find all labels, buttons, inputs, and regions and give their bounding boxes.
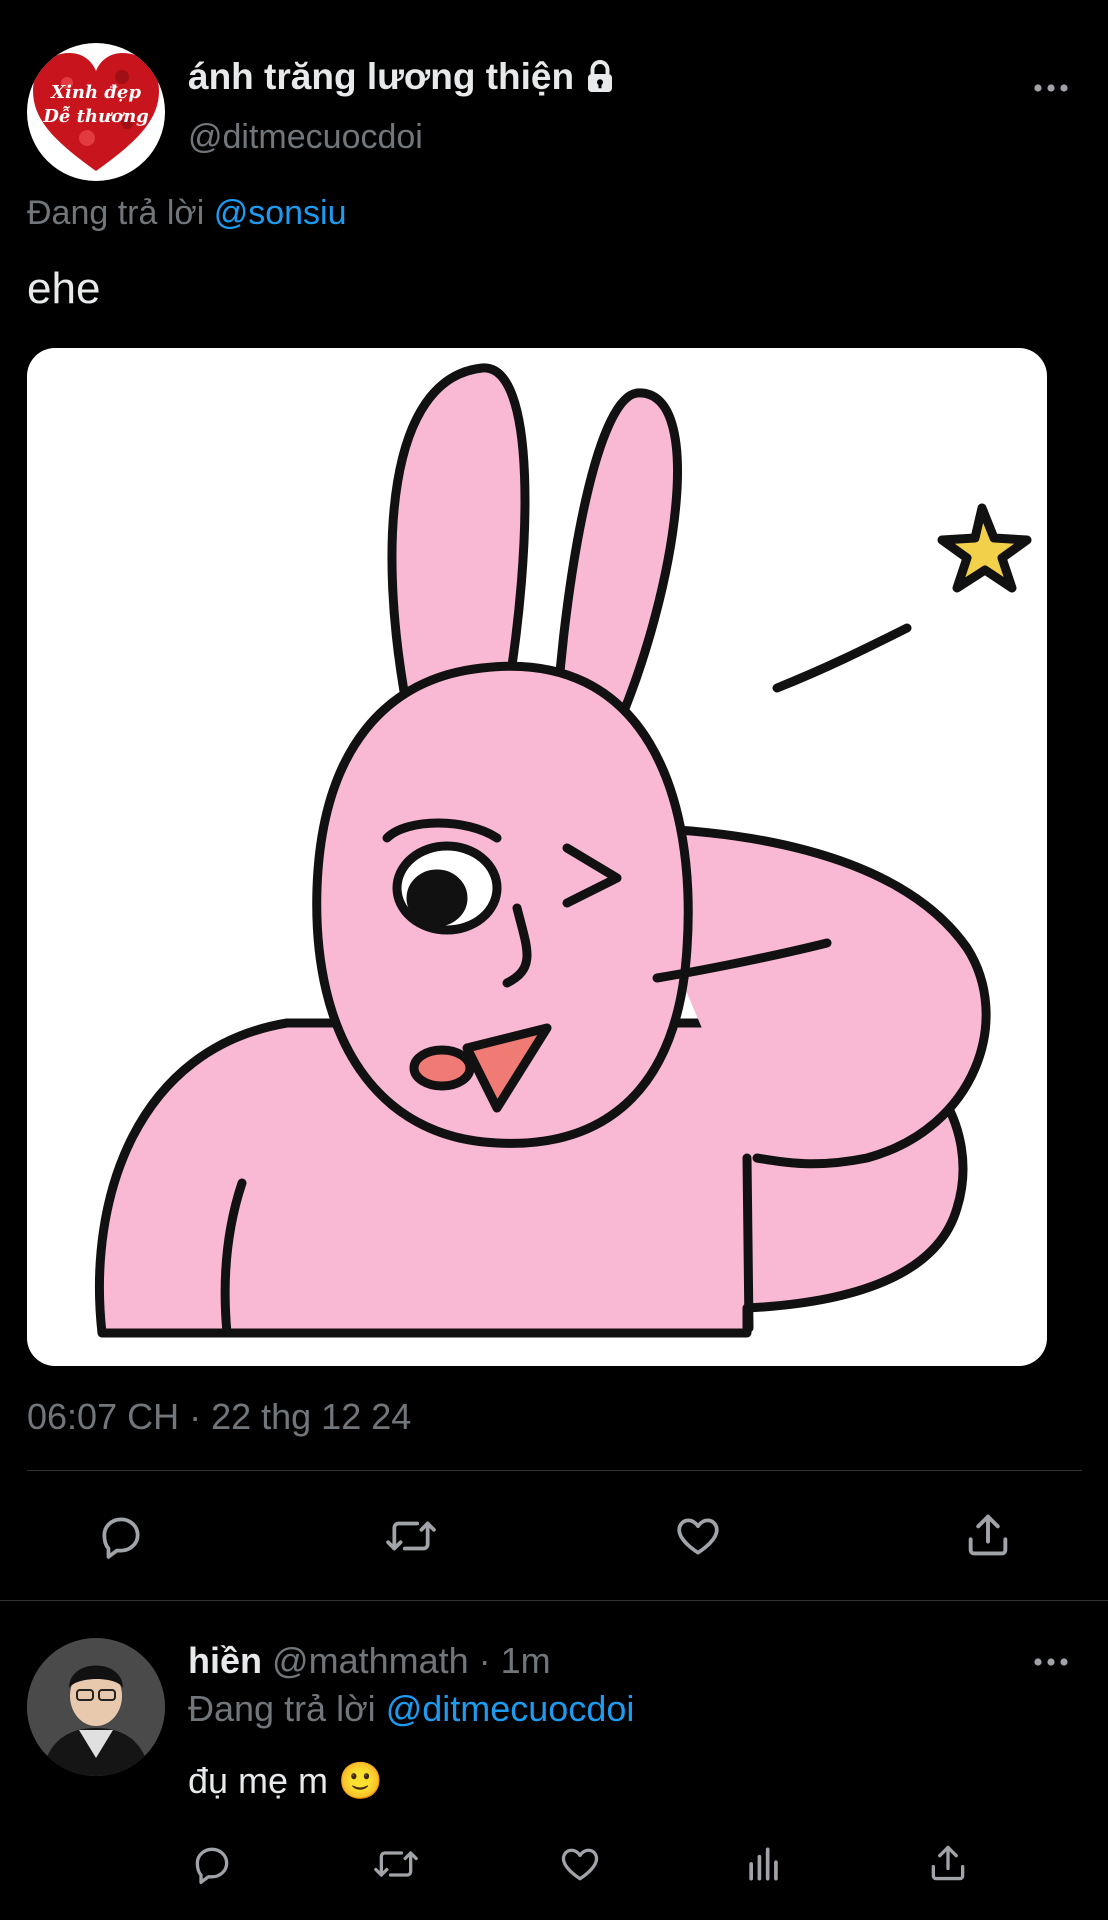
- reply-more-options-button[interactable]: [1028, 1644, 1074, 1680]
- tweet-divider: [0, 1600, 1108, 1601]
- tweet-media-image[interactable]: [27, 348, 1047, 1366]
- author-avatar[interactable]: Xinh đẹp Dễ thương: [27, 43, 165, 181]
- reply-share-button[interactable]: [922, 1836, 974, 1890]
- avatar-caption: Xinh đẹp Dễ thương: [27, 81, 165, 129]
- author-name-row: ánh trăng lương thiện: [188, 56, 618, 98]
- bar-chart-icon: [749, 1847, 778, 1881]
- reply-retweet-button[interactable]: [368, 1838, 424, 1890]
- replying-to: Đang trả lời @sonsiu: [27, 194, 347, 233]
- reply-button[interactable]: [90, 1508, 152, 1564]
- reply-header: hiền @mathmath · 1m: [188, 1640, 551, 1682]
- replying-to-mention[interactable]: @sonsiu: [214, 194, 347, 232]
- like-button[interactable]: [668, 1508, 728, 1564]
- reply-time[interactable]: · 1m: [479, 1640, 551, 1681]
- reply-like-button[interactable]: [554, 1838, 606, 1890]
- avatar-caption-line2: Dễ thương: [43, 106, 149, 127]
- reply-replying-to-mention[interactable]: @ditmecuocdoi: [386, 1688, 635, 1729]
- tweet-text: ehe: [27, 264, 101, 313]
- timestamp-divider: [27, 1470, 1082, 1471]
- share-button[interactable]: [958, 1506, 1018, 1564]
- heart-icon: [561, 1848, 599, 1881]
- reply-author-display-name[interactable]: hiền: [188, 1640, 262, 1681]
- author-display-name[interactable]: ánh trăng lương thiện: [188, 56, 574, 98]
- retweet-button[interactable]: [378, 1508, 444, 1564]
- more-horizontal-icon: [1034, 1658, 1068, 1666]
- bunny-illustration: [95, 363, 1032, 1338]
- reply-icon: [195, 1847, 229, 1884]
- share-icon: [968, 1514, 1008, 1556]
- reply-reply-button[interactable]: [186, 1838, 238, 1890]
- reply-replying-to-label: Đang trả lời: [188, 1688, 376, 1729]
- person-avatar-image: [27, 1638, 165, 1776]
- reply-author-handle[interactable]: @mathmath: [272, 1640, 469, 1681]
- avatar-caption-line1: Xinh đẹp: [51, 82, 141, 103]
- heart-icon: [677, 1518, 719, 1555]
- tweet-timestamp[interactable]: 06:07 CH · 22 thg 12 24: [27, 1396, 411, 1438]
- reply-replying-to: Đang trả lời @ditmecuocdoi: [188, 1688, 634, 1730]
- more-options-button[interactable]: [1028, 70, 1074, 106]
- reply-icon: [102, 1517, 140, 1559]
- reply-views-button[interactable]: [738, 1838, 790, 1890]
- reply-tweet-text: đụ mẹ m 🙂: [188, 1760, 383, 1801]
- retweet-icon: [374, 1851, 418, 1877]
- reply-author-avatar[interactable]: [27, 1638, 165, 1776]
- share-icon: [931, 1845, 965, 1881]
- lock-icon: [582, 59, 618, 95]
- replying-to-label: Đang trả lời: [27, 194, 205, 232]
- retweet-icon: [386, 1521, 436, 1551]
- author-handle[interactable]: @ditmecuocdoi: [188, 118, 423, 157]
- more-horizontal-icon: [1034, 84, 1068, 92]
